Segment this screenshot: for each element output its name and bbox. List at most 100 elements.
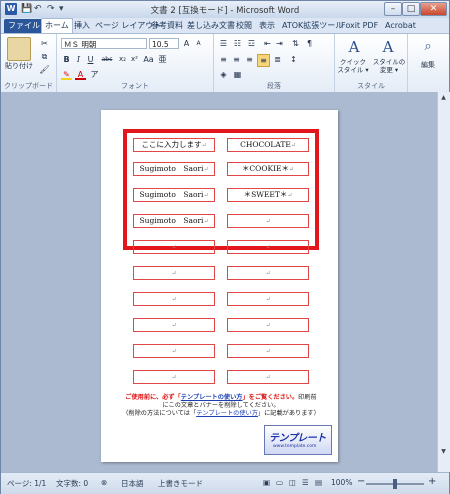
tab-view[interactable]: 表示 xyxy=(259,19,275,33)
template-usage-link[interactable]: テンプレートの使い方 xyxy=(181,394,243,401)
zoom-in-button[interactable]: + xyxy=(428,476,436,487)
tab-references[interactable]: 参考資料 xyxy=(151,19,183,33)
show-marks-icon[interactable]: ¶ xyxy=(304,38,315,49)
superscript-button[interactable]: x² xyxy=(129,54,140,65)
text-highlight-icon[interactable]: ✎ xyxy=(61,69,72,80)
maximize-button[interactable]: □ xyxy=(402,2,420,16)
zoom-slider-thumb[interactable] xyxy=(393,479,397,489)
font-size-combo[interactable]: 10.5 xyxy=(149,38,179,49)
quick-styles-icon[interactable]: A xyxy=(341,37,367,57)
tab-insert[interactable]: 挿入 xyxy=(74,19,90,33)
editing-icon[interactable]: ⌕ xyxy=(416,38,440,56)
scroll-up-icon[interactable]: ▲ xyxy=(439,94,448,103)
numbering-icon[interactable]: ☷ xyxy=(232,38,243,49)
editing-button[interactable]: 編集 xyxy=(410,60,446,71)
label-cell[interactable]: ↵ xyxy=(133,318,215,332)
align-left-icon[interactable]: ≡ xyxy=(218,54,229,65)
paragraph-mark-icon: ↵ xyxy=(171,348,177,355)
multilevel-list-icon[interactable]: ☲ xyxy=(246,38,257,49)
overtype-mode-status[interactable]: 上書きモード xyxy=(158,478,203,489)
label-cell[interactable]: Sugimoto Saori↵ xyxy=(133,188,215,202)
line-spacing-icon[interactable]: ↕ xyxy=(288,54,299,65)
bullets-icon[interactable]: ☰ xyxy=(218,38,229,49)
copy-icon[interactable]: ⧉ xyxy=(39,51,50,62)
print-layout-view-icon[interactable]: ▣ xyxy=(263,478,270,487)
sort-icon[interactable]: ⇅ xyxy=(290,38,301,49)
italic-button[interactable]: I xyxy=(73,54,84,65)
align-right-icon[interactable]: ≡ xyxy=(244,54,255,65)
label-cell[interactable]: ↵ xyxy=(227,318,309,332)
label-cell[interactable]: ↵ xyxy=(133,344,215,358)
scroll-down-icon[interactable]: ▼ xyxy=(439,448,448,457)
quick-styles-button[interactable]: クイック スタイル ▾ xyxy=(335,58,371,74)
web-layout-view-icon[interactable]: ◫ xyxy=(289,478,296,487)
cut-icon[interactable]: ✂ xyxy=(39,38,50,49)
change-styles-button[interactable]: スタイルの 変更 ▾ xyxy=(371,58,407,74)
label-cell[interactable]: Sugimoto Saori↵ xyxy=(133,214,215,228)
notice-line-3a: （削除の方法については「 xyxy=(122,410,197,417)
paste-button[interactable]: 貼り付け xyxy=(3,61,35,72)
label-cell[interactable]: ↵ xyxy=(227,214,309,228)
bold-button[interactable]: B xyxy=(61,54,72,65)
grow-font-icon[interactable]: A xyxy=(181,38,192,49)
clear-format-icon[interactable]: Aa xyxy=(143,54,154,65)
underline-button[interactable]: U xyxy=(85,54,96,65)
label-cell[interactable]: ↵ xyxy=(227,240,309,254)
shrink-font-icon[interactable]: A xyxy=(193,38,204,49)
label-cell[interactable]: ↵ xyxy=(133,240,215,254)
tab-file[interactable]: ファイル xyxy=(4,19,44,33)
tab-atok[interactable]: ATOK拡張ツール xyxy=(282,19,343,33)
label-cell[interactable]: ＊SWEET＊↵ xyxy=(227,188,309,202)
label-cell[interactable]: ここに入力します↵ xyxy=(133,138,215,152)
paste-icon[interactable] xyxy=(7,37,31,61)
label-cell[interactable]: ↵ xyxy=(227,344,309,358)
format-painter-icon[interactable]: 🖌 xyxy=(39,64,50,75)
label-cell[interactable]: ↵ xyxy=(133,292,215,306)
font-group: ＭＳ 明朝 10.5 A A B I U abc x₂ x² Aa 亜 ✎ A … xyxy=(57,34,214,92)
vertical-scrollbar[interactable]: ▲ ▼ xyxy=(437,92,450,472)
template-usage-link-2[interactable]: テンプレートの使い方 xyxy=(196,410,258,417)
strikethrough-button[interactable]: abc xyxy=(99,54,115,65)
tab-review[interactable]: 校閲 xyxy=(236,19,252,33)
justify-icon[interactable]: ≡ xyxy=(257,54,270,67)
draft-view-icon[interactable]: ▤ xyxy=(315,478,322,487)
minimize-button[interactable]: – xyxy=(384,2,402,16)
tab-home[interactable]: ホーム xyxy=(41,18,73,34)
borders-icon[interactable]: ▦ xyxy=(232,69,243,80)
full-screen-view-icon[interactable]: ▭ xyxy=(276,478,283,487)
label-cell[interactable]: ↵ xyxy=(227,370,309,384)
spellcheck-icon[interactable]: ⊗ xyxy=(101,478,107,487)
tab-foxit-pdf[interactable]: Foxit PDF xyxy=(341,19,378,33)
font-group-label: フォント xyxy=(121,82,149,90)
template-banner[interactable]: テンプレート www.template.com xyxy=(264,425,332,455)
tab-mailings[interactable]: 差し込み文書 xyxy=(187,19,235,33)
font-name-combo[interactable]: ＭＳ 明朝 xyxy=(61,38,147,49)
label-cell[interactable]: ↵ xyxy=(227,266,309,280)
subscript-button[interactable]: x₂ xyxy=(117,54,128,65)
phonetic-guide-icon[interactable]: 亜 xyxy=(157,54,168,65)
decrease-indent-icon[interactable]: ⇤ xyxy=(262,38,273,49)
label-cell[interactable]: ↵ xyxy=(227,292,309,306)
tab-acrobat[interactable]: Acrobat xyxy=(385,19,416,33)
language-status[interactable]: 日本語 xyxy=(121,478,144,489)
change-styles-icon[interactable]: A xyxy=(373,37,403,57)
label-cell[interactable]: CHOCOLATE↵ xyxy=(227,138,309,152)
distributed-icon[interactable]: ≣ xyxy=(272,54,283,65)
word-count-status[interactable]: 文字数: 0 xyxy=(56,478,88,489)
document-page[interactable]: ご使用前に、必ず「テンプレートの使い方」をご覧ください。印刷前 にこの文章とバナ… xyxy=(101,110,338,462)
page-count-status[interactable]: ページ: 1/1 xyxy=(7,478,46,489)
increase-indent-icon[interactable]: ⇥ xyxy=(274,38,285,49)
zoom-out-button[interactable]: − xyxy=(357,476,365,487)
close-button[interactable]: ✕ xyxy=(420,2,447,16)
font-color-button[interactable]: A xyxy=(75,69,86,80)
label-cell[interactable]: ↵ xyxy=(133,370,215,384)
shading-icon[interactable]: ◈ xyxy=(218,69,229,80)
label-cell[interactable]: ＊COOKIE＊↵ xyxy=(227,162,309,176)
outline-view-icon[interactable]: ☰ xyxy=(302,478,309,487)
change-case-icon[interactable]: ア xyxy=(89,69,100,80)
label-cell[interactable]: ↵ xyxy=(133,266,215,280)
label-cell[interactable]: Sugimoto Saori↵ xyxy=(133,162,215,176)
clipboard-group-label: クリップボード xyxy=(4,82,53,90)
zoom-level[interactable]: 100% xyxy=(331,478,352,487)
align-center-icon[interactable]: ≡ xyxy=(231,54,242,65)
